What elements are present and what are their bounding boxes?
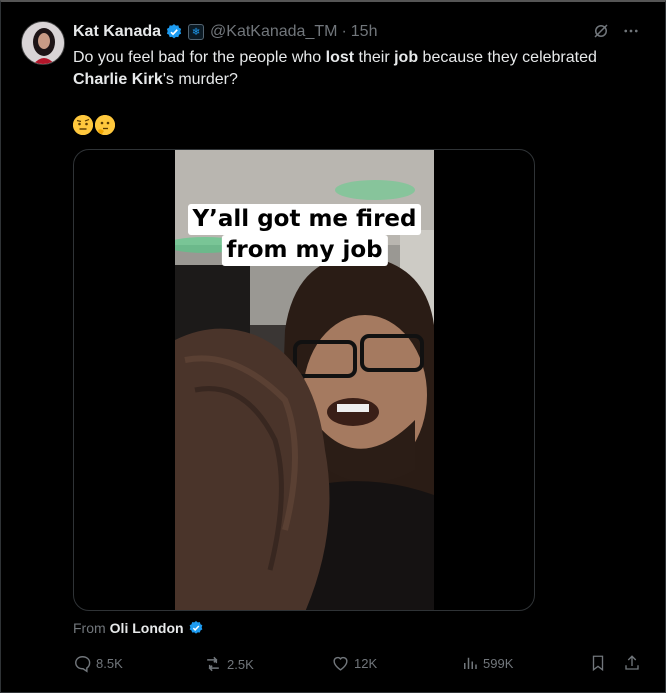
- views-count: 599K: [483, 655, 514, 671]
- tweet-text-part: Do you feel bad for the people who: [73, 49, 326, 66]
- tweet-text-bold: Charlie Kirk: [73, 71, 163, 88]
- tweet-text-bold: job: [394, 49, 419, 66]
- source-author-link[interactable]: Oli London: [110, 620, 184, 636]
- more-options-icon[interactable]: [622, 22, 640, 40]
- affiliation-badge-icon[interactable]: ❄: [188, 24, 205, 40]
- tweet-text-part: because they celebrated: [418, 49, 597, 66]
- separator-dot: ·: [341, 23, 347, 40]
- tweet-text: Do you feel bad for the people who lost …: [73, 47, 643, 91]
- share-icon: [623, 654, 641, 672]
- tweet-text-part: their: [354, 49, 395, 66]
- bookmark-button[interactable]: [589, 654, 607, 672]
- share-button[interactable]: [623, 654, 641, 672]
- author-name[interactable]: Kat Kanada: [73, 23, 161, 41]
- tweet-text-part: 's murder?: [162, 71, 238, 88]
- verified-badge-icon: [165, 23, 183, 41]
- heart-icon: [331, 654, 350, 673]
- views-button[interactable]: 599K: [461, 654, 513, 672]
- like-count: 12K: [354, 656, 378, 671]
- post-time[interactable]: 15h: [351, 23, 378, 41]
- action-bar: 8.5K 2.5K 12K 599K: [73, 654, 643, 674]
- emoji-line: [73, 115, 115, 135]
- video-caption-line-1: Y’all got me fired: [187, 204, 422, 235]
- video-frame[interactable]: Y’all got me fired from my job: [175, 150, 434, 610]
- author-avatar[interactable]: [21, 21, 65, 65]
- repost-button[interactable]: 2.5K: [203, 654, 254, 674]
- grok-icon[interactable]: [592, 22, 610, 40]
- verified-badge-icon: [188, 620, 204, 636]
- tweet-text-bold: lost: [325, 49, 355, 66]
- author-handle[interactable]: @KatKanada_TM: [210, 23, 337, 41]
- bookmark-icon: [589, 654, 607, 672]
- video-caption-line-2: from my job: [221, 235, 388, 266]
- views-chart-icon: [461, 654, 479, 672]
- source-prefix: From: [73, 620, 106, 636]
- video-media[interactable]: Y’all got me fired from my job: [73, 149, 535, 611]
- like-button[interactable]: 12K: [331, 654, 377, 673]
- top-actions: [592, 22, 640, 40]
- tweet-header: Kat Kanada ❄ @KatKanada_TM · 15h: [73, 22, 377, 42]
- repost-icon: [203, 654, 223, 674]
- repost-count: 2.5K: [227, 656, 254, 672]
- reply-count: 8.5K: [96, 656, 123, 671]
- media-source: From Oli London: [73, 620, 204, 636]
- reply-icon: [73, 654, 92, 673]
- reply-button[interactable]: 8.5K: [73, 654, 123, 673]
- raised-eyebrow-emoji-icon: [73, 115, 93, 135]
- thinking-face-emoji-icon: [95, 115, 115, 135]
